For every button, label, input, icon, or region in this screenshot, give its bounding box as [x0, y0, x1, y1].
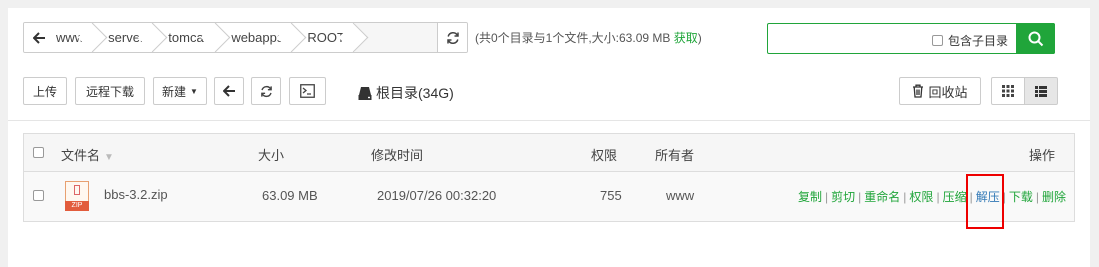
disk-selector[interactable]: 根目录(34G) [358, 83, 454, 103]
list-icon [1035, 85, 1047, 97]
recycle-bin-button[interactable]: 回收站 [899, 77, 981, 105]
cut-link[interactable]: 剪切 [831, 190, 855, 204]
list-view-button[interactable] [1024, 77, 1058, 105]
new-dropdown-button[interactable]: 新建 ▼ [153, 77, 207, 105]
breadcrumb: www server tomcat webapps ROOT [50, 23, 355, 52]
trash-icon [913, 84, 924, 98]
breadcrumb-item[interactable]: www [50, 23, 95, 52]
header-name[interactable]: 文件名 ▼ [61, 145, 114, 164]
grid-icon [1002, 85, 1014, 97]
search-icon [1028, 31, 1043, 46]
arrow-left-icon [32, 31, 45, 44]
row-actions: 复制 | 剪切 | 重命名 | 权限 | 压缩 | 解压 | 下载 | 删除 [798, 190, 1066, 204]
file-name[interactable]: bbs-3.2.zip [104, 187, 168, 202]
dir-summary: (共0个目录与1个文件,大小:63.09 MB 获取) [475, 29, 702, 46]
permission-link[interactable]: 权限 [909, 190, 933, 204]
sort-down-icon: ▼ [104, 152, 114, 163]
header-owner: 所有者 [655, 148, 695, 163]
refresh-button[interactable] [251, 77, 281, 105]
checkbox-icon[interactable] [932, 35, 943, 46]
path-refresh-button[interactable] [437, 23, 467, 52]
select-all-checkbox[interactable] [33, 147, 44, 158]
refresh-icon [446, 31, 459, 44]
file-ext-badge: ZIP [65, 201, 89, 211]
file-owner: www [666, 188, 695, 203]
arrow-left-icon [222, 85, 235, 97]
terminal-icon [300, 84, 315, 98]
remote-download-button[interactable]: 远程下载 [75, 77, 145, 105]
compress-link[interactable]: 压缩 [943, 190, 967, 204]
download-link[interactable]: 下载 [1009, 190, 1033, 204]
get-size-link[interactable]: 获取 [674, 31, 698, 45]
header-size: 大小 [258, 148, 285, 163]
highlight-box [966, 174, 1004, 229]
header-name-label: 文件名 [61, 148, 101, 163]
include-subdir-checkbox[interactable]: 包含子目录 [932, 32, 1008, 49]
new-label: 新建 [162, 84, 187, 99]
delete-link[interactable]: 删除 [1042, 190, 1066, 204]
table-row[interactable]: ZIP bbs-3.2.zip 63.09 MB 2019/07/26 00:3… [24, 172, 1074, 221]
rename-link[interactable]: 重命名 [864, 190, 900, 204]
copy-link[interactable]: 复制 [798, 190, 822, 204]
caret-down-icon: ▼ [190, 86, 198, 96]
terminal-button[interactable] [289, 77, 326, 105]
path-bar: www server tomcat webapps ROOT [23, 22, 468, 53]
header-perm: 权限 [591, 148, 618, 163]
file-perm[interactable]: 755 [600, 188, 622, 203]
search-button[interactable] [1016, 23, 1055, 54]
hard-drive-icon [358, 86, 372, 100]
table-header: 文件名 ▼ 大小 修改时间 权限 所有者 操作 [24, 134, 1074, 172]
file-size: 63.09 MB [262, 188, 318, 203]
back-button[interactable] [214, 77, 244, 105]
grid-view-button[interactable] [991, 77, 1025, 105]
zip-file-icon: ZIP [65, 181, 91, 211]
header-mtime: 修改时间 [371, 148, 424, 163]
summary-text: (共0个目录与1个文件,大小:63.09 MB [475, 31, 674, 45]
search-input[interactable]: 包含子目录 [767, 23, 1055, 54]
recycle-label: 回收站 [928, 84, 968, 100]
divider [8, 120, 1090, 121]
file-mtime: 2019/07/26 00:32:20 [377, 188, 497, 203]
refresh-icon [260, 85, 272, 97]
header-ops: 操作 [1028, 148, 1055, 163]
summary-end: ) [697, 31, 702, 45]
file-manager-panel: www server tomcat webapps ROOT (共0个目录与1个… [8, 8, 1090, 267]
include-subdir-label: 包含子目录 [948, 34, 1009, 48]
disk-label: 根目录(34G) [376, 85, 454, 101]
upload-button[interactable]: 上传 [23, 77, 67, 105]
row-checkbox[interactable] [33, 190, 44, 201]
file-table: 文件名 ▼ 大小 修改时间 权限 所有者 操作 ZIP bbs-3.2.zip 6… [23, 133, 1075, 222]
